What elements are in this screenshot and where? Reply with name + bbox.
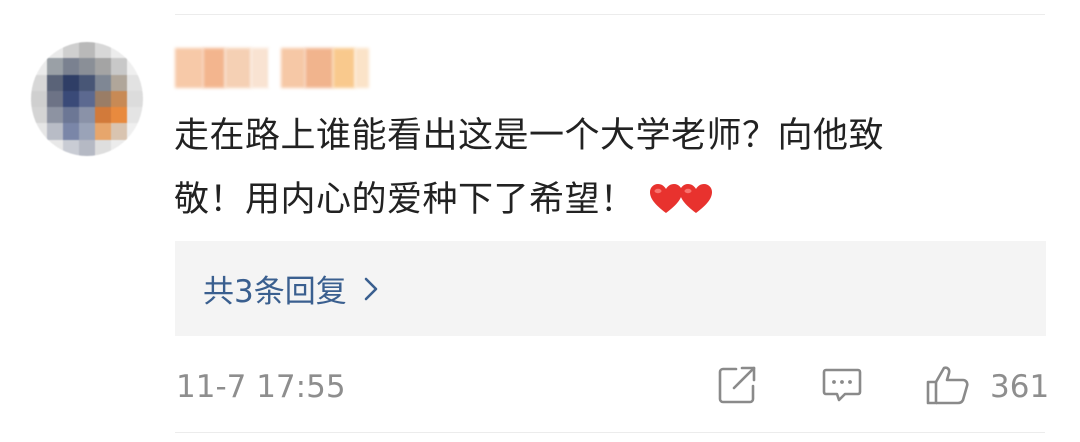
comment-text: 走在路上谁能看出这是一个大学老师？向他致 敬！用内心的爱种下了希望！	[174, 104, 1044, 232]
like-count: 361	[990, 369, 1050, 405]
view-replies-link[interactable]: 共3条回复	[203, 241, 379, 336]
comment-item: 走在路上谁能看出这是一个大学老师？向他致 敬！用内心的爱种下了希望！ 共3条回复…	[0, 0, 1080, 442]
heart-icon	[650, 184, 683, 213]
comment-text-line: 走在路上谁能看出这是一个大学老师？向他致	[174, 116, 885, 156]
comment-text-line: 敬！用内心的爱种下了希望！	[174, 168, 1044, 232]
replies-label: 共3条回复	[203, 274, 347, 310]
divider	[175, 432, 1045, 433]
username[interactable]	[175, 44, 375, 92]
comment-icon[interactable]	[821, 364, 863, 406]
comment-text-segment: 敬！用内心的爱种下了希望！	[174, 180, 636, 220]
thumbs-up-icon[interactable]	[925, 364, 971, 406]
heart-icon	[680, 184, 713, 213]
share-icon[interactable]	[716, 364, 758, 406]
avatar[interactable]	[31, 42, 143, 156]
timestamp: 11-7 17:55	[176, 369, 346, 405]
replies-box: 共3条回复	[175, 241, 1046, 336]
divider	[175, 14, 1045, 15]
chevron-right-icon	[364, 277, 378, 300]
